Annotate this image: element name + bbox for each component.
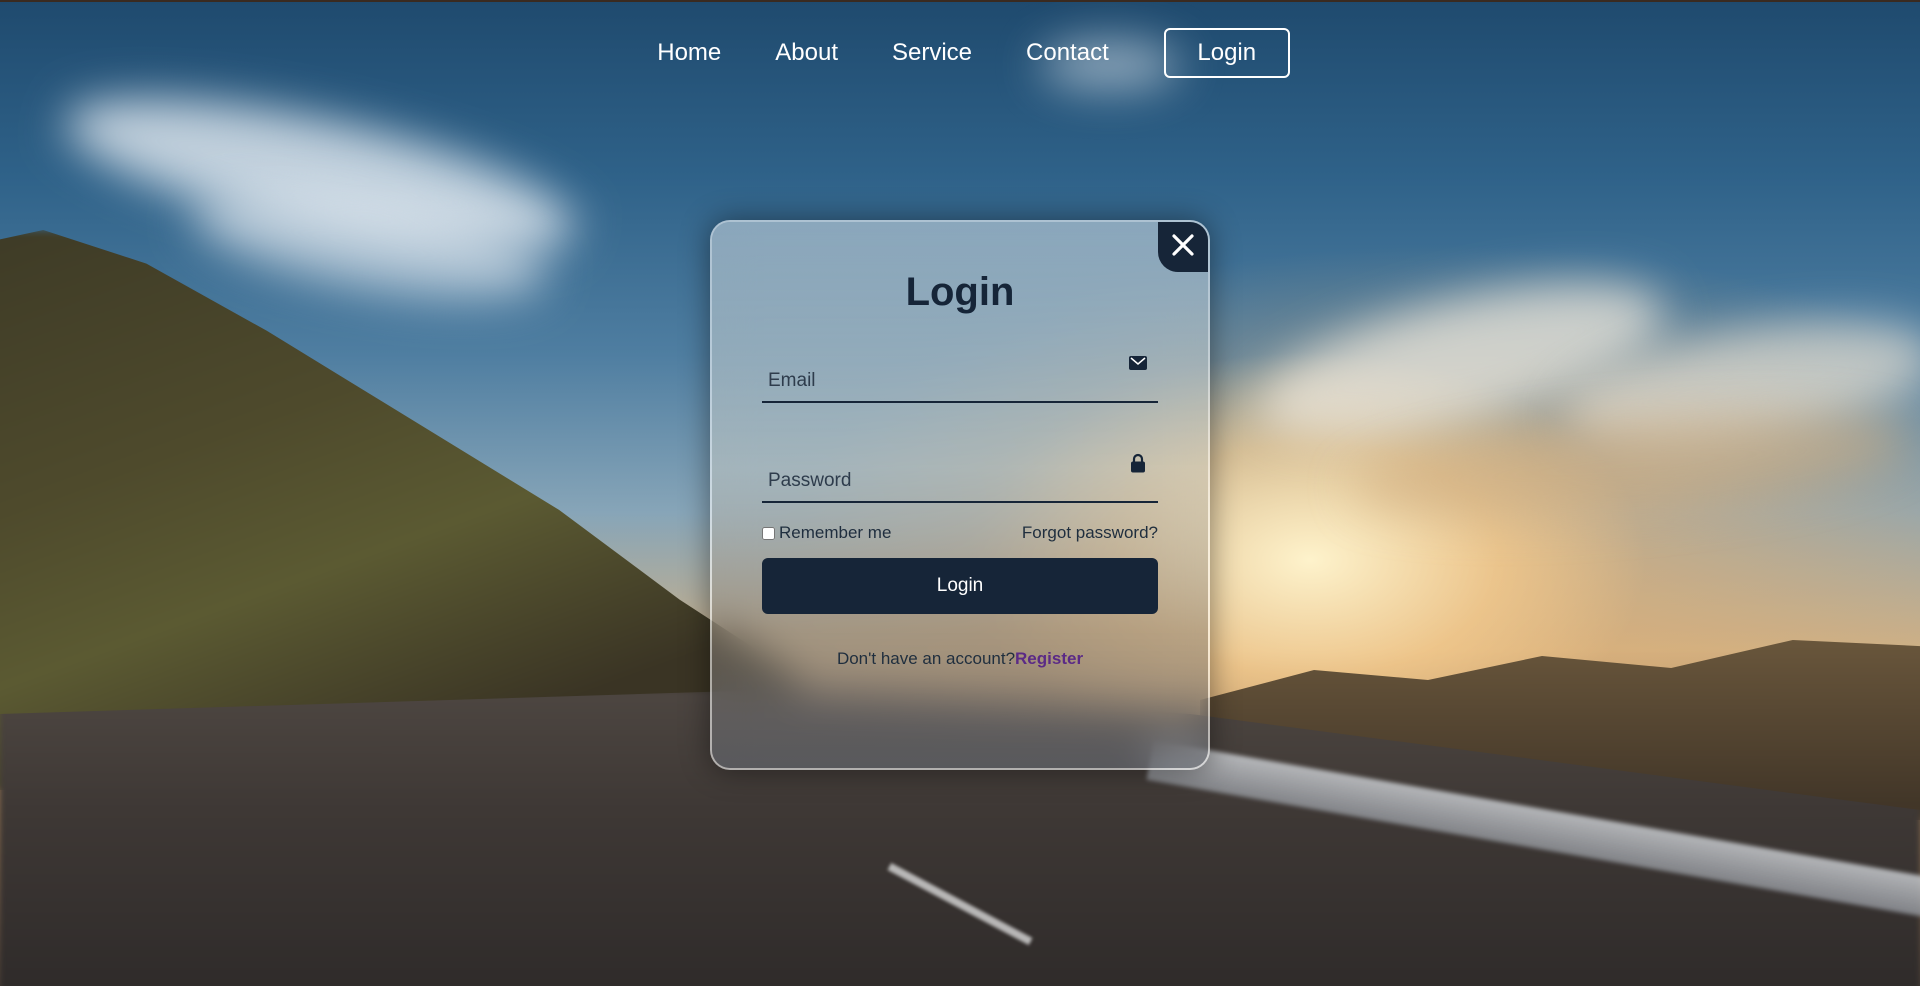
close-icon bbox=[1171, 233, 1195, 262]
password-field-group bbox=[762, 453, 1158, 503]
register-link[interactable]: Register bbox=[1015, 649, 1083, 668]
remember-me[interactable]: Remember me bbox=[762, 523, 891, 543]
login-submit-button[interactable]: Login bbox=[762, 558, 1158, 614]
nav-link-about[interactable]: About bbox=[775, 28, 838, 78]
forgot-password-link[interactable]: Forgot password? bbox=[1022, 523, 1158, 543]
nav-login-button[interactable]: Login bbox=[1163, 28, 1290, 78]
nav-link-service[interactable]: Service bbox=[892, 28, 972, 78]
nav-link-contact[interactable]: Contact bbox=[1026, 28, 1109, 78]
remember-me-label: Remember me bbox=[779, 523, 892, 542]
register-prompt: Don't have an account?Register bbox=[762, 649, 1158, 669]
login-title: Login bbox=[905, 270, 1015, 314]
login-form: Login Remember me bbox=[712, 222, 1208, 768]
email-input[interactable] bbox=[762, 361, 1158, 401]
top-border bbox=[0, 0, 1920, 2]
nav-link-home[interactable]: Home bbox=[657, 28, 721, 78]
remember-me-checkbox[interactable] bbox=[762, 526, 775, 540]
register-prompt-text: Don't have an account? bbox=[836, 649, 1016, 668]
main-navigation: Home About Service Contact Login bbox=[0, 28, 1920, 78]
close-button[interactable] bbox=[1158, 222, 1208, 272]
remember-forgot-row: Remember me Forgot password? bbox=[762, 523, 1158, 543]
email-field-group bbox=[762, 353, 1158, 403]
password-input[interactable] bbox=[762, 461, 1158, 501]
login-modal: Login Remember me bbox=[710, 220, 1210, 770]
